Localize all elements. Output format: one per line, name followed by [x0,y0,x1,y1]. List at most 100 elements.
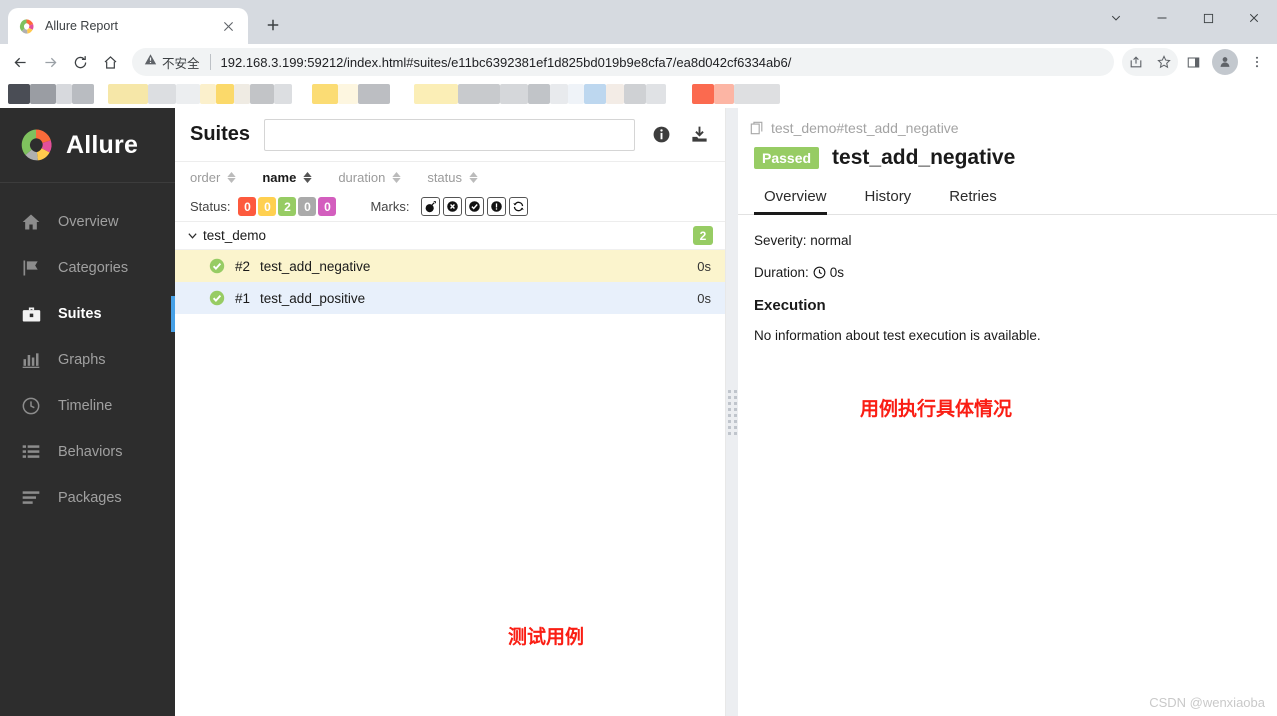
bookmark-item[interactable] [338,84,358,104]
close-icon[interactable] [218,16,238,36]
bookmark-item[interactable] [312,84,338,104]
chip-value: 0 [304,199,311,214]
minimize-icon[interactable] [1139,0,1185,36]
bookmark-star-icon[interactable] [1150,48,1178,76]
browser-tab[interactable]: Allure Report [8,8,248,44]
sidebar-item-packages[interactable]: Packages [0,475,175,521]
bookmark-item[interactable] [200,84,216,104]
sort-name[interactable]: name [262,170,312,185]
side-panel-icon[interactable] [1179,48,1207,76]
bookmark-item[interactable] [358,84,390,104]
profile-avatar[interactable] [1212,49,1238,75]
bookmark-item[interactable] [550,84,568,104]
download-icon[interactable] [687,123,711,147]
bookmark-item[interactable] [666,84,692,104]
bookmark-item[interactable] [692,84,714,104]
bookmark-item[interactable] [414,84,458,104]
tab-search-icon[interactable] [1093,0,1139,36]
sort-arrows-icon [469,171,478,183]
status-chip-failed[interactable]: 0 [238,197,257,216]
chrome-menu-icon[interactable] [1243,48,1271,76]
pane-splitter[interactable] [726,108,738,716]
bookmark-item[interactable] [56,84,72,104]
bookmark-item[interactable] [714,84,734,104]
window-close-icon[interactable] [1231,0,1277,36]
bookmark-item[interactable] [390,84,414,104]
sidebar-item-graphs[interactable]: Graphs [0,337,175,383]
bookmark-item[interactable] [250,84,274,104]
tree-node-test-demo[interactable]: test_demo 2 [175,222,725,250]
bookmark-item[interactable] [234,84,250,104]
retry-refresh-icon[interactable] [509,197,529,216]
splitter-grip [727,389,737,435]
status-chip-skipped[interactable]: 0 [298,197,317,216]
bookmark-item[interactable] [584,84,606,104]
test-order: #1 [235,290,251,306]
detail-body: Severity: normal Duration: 0s Execution … [738,215,1277,343]
sidebar-item-categories[interactable]: Categories [0,245,175,291]
table-row[interactable]: #1 test_add_positive 0s [175,282,725,314]
address-bar[interactable]: 不安全 192.168.3.199:59212/index.html#suite… [132,48,1114,76]
status-chip-unknown[interactable]: 0 [318,197,337,216]
bookmark-item[interactable] [176,84,200,104]
flag-icon [20,257,42,279]
tab-history[interactable]: History [855,184,926,214]
bookmark-item[interactable] [148,84,176,104]
sort-duration[interactable]: duration [338,170,401,185]
new-tab-button[interactable] [258,10,288,40]
sidebar-item-overview[interactable]: Overview [0,199,175,245]
share-icon[interactable] [1122,48,1150,76]
forward-icon[interactable] [36,48,64,76]
flaky-bomb-icon[interactable] [421,197,441,216]
bookmark-item[interactable] [108,84,148,104]
chip-value: 0 [264,199,271,214]
search-input[interactable] [264,118,635,151]
briefcase-icon [20,303,42,325]
sort-status[interactable]: status [427,170,478,185]
bookmark-item[interactable] [458,84,500,104]
test-name: test_add_positive [260,290,366,306]
app-sidebar: Allure Overview Categories Suites Graphs… [0,108,175,716]
status-chip-broken[interactable]: 0 [258,197,277,216]
bookmark-item[interactable] [500,84,528,104]
bookmark-item[interactable] [216,84,234,104]
security-indicator[interactable]: 不安全 [144,53,200,72]
bookmark-item[interactable] [274,84,292,104]
bookmark-item[interactable] [94,84,108,104]
security-label: 不安全 [162,56,200,71]
known-issue-x-icon[interactable] [443,197,463,216]
reload-icon[interactable] [66,48,94,76]
bookmark-item[interactable] [8,84,30,104]
sidebar-item-behaviors[interactable]: Behaviors [0,429,175,475]
chevron-down-icon[interactable] [187,230,203,241]
muted-check-icon[interactable] [465,197,485,216]
bookmark-item[interactable] [734,84,780,104]
bookmark-item[interactable] [292,84,312,104]
table-row[interactable]: #2 test_add_negative 0s [175,250,725,282]
sidebar-item-suites[interactable]: Suites [0,291,175,337]
maximize-icon[interactable] [1185,0,1231,36]
test-order: #2 [235,258,251,274]
breadcrumb[interactable]: test_demo#test_add_negative [738,108,1277,136]
sidebar-item-label: Overview [58,214,119,230]
tab-overview[interactable]: Overview [754,184,841,215]
blocker-exclamation-icon[interactable] [487,197,507,216]
bookmark-item[interactable] [528,84,550,104]
bookmark-item[interactable] [568,84,584,104]
copy-icon[interactable] [750,121,764,135]
back-icon[interactable] [6,48,34,76]
duration-row: Duration: 0s [754,265,1277,280]
info-icon[interactable] [649,123,673,147]
bookmarks-bar[interactable] [0,80,1277,108]
bookmark-item[interactable] [646,84,666,104]
bookmark-item[interactable] [72,84,94,104]
bookmark-item[interactable] [624,84,646,104]
bookmark-item[interactable] [606,84,624,104]
tab-retries[interactable]: Retries [939,184,1011,214]
status-chip-passed[interactable]: 2 [278,197,297,216]
sidebar-item-timeline[interactable]: Timeline [0,383,175,429]
brand[interactable]: Allure [0,108,175,183]
bookmark-item[interactable] [30,84,56,104]
home-icon[interactable] [96,48,124,76]
sort-order[interactable]: order [190,170,237,185]
